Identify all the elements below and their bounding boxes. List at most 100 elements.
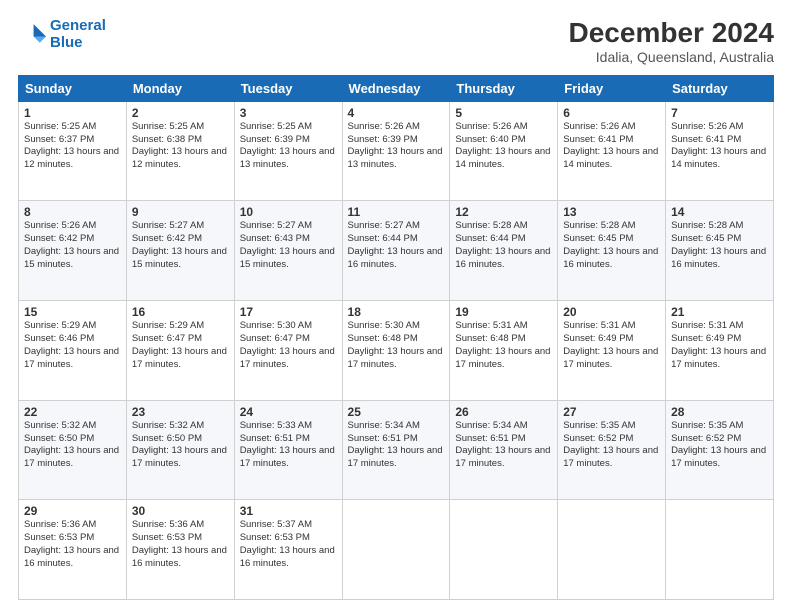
calendar-cell bbox=[342, 500, 450, 600]
day-info: Sunrise: 5:27 AMSunset: 6:42 PMDaylight:… bbox=[132, 220, 229, 271]
day-number: 4 bbox=[348, 106, 445, 120]
calendar-cell: 29 Sunrise: 5:36 AMSunset: 6:53 PMDaylig… bbox=[19, 500, 127, 600]
calendar-week-row: 8 Sunrise: 5:26 AMSunset: 6:42 PMDayligh… bbox=[19, 201, 774, 301]
logo: General Blue bbox=[18, 18, 106, 51]
day-info: Sunrise: 5:31 AMSunset: 6:49 PMDaylight:… bbox=[671, 320, 768, 371]
day-number: 23 bbox=[132, 405, 229, 419]
calendar-week-row: 1 Sunrise: 5:25 AMSunset: 6:37 PMDayligh… bbox=[19, 101, 774, 201]
day-info: Sunrise: 5:36 AMSunset: 6:53 PMDaylight:… bbox=[24, 519, 121, 570]
calendar-cell: 26 Sunrise: 5:34 AMSunset: 6:51 PMDaylig… bbox=[450, 400, 558, 500]
calendar-week-row: 29 Sunrise: 5:36 AMSunset: 6:53 PMDaylig… bbox=[19, 500, 774, 600]
calendar-cell: 27 Sunrise: 5:35 AMSunset: 6:52 PMDaylig… bbox=[558, 400, 666, 500]
day-number: 25 bbox=[348, 405, 445, 419]
day-number: 16 bbox=[132, 305, 229, 319]
calendar-cell: 5 Sunrise: 5:26 AMSunset: 6:40 PMDayligh… bbox=[450, 101, 558, 201]
day-number: 2 bbox=[132, 106, 229, 120]
calendar-cell: 1 Sunrise: 5:25 AMSunset: 6:37 PMDayligh… bbox=[19, 101, 127, 201]
day-number: 29 bbox=[24, 504, 121, 518]
day-number: 3 bbox=[240, 106, 337, 120]
calendar-cell: 24 Sunrise: 5:33 AMSunset: 6:51 PMDaylig… bbox=[234, 400, 342, 500]
calendar-week-row: 22 Sunrise: 5:32 AMSunset: 6:50 PMDaylig… bbox=[19, 400, 774, 500]
day-info: Sunrise: 5:29 AMSunset: 6:47 PMDaylight:… bbox=[132, 320, 229, 371]
day-info: Sunrise: 5:31 AMSunset: 6:48 PMDaylight:… bbox=[455, 320, 552, 371]
calendar-cell bbox=[450, 500, 558, 600]
header: General Blue December 2024 Idalia, Queen… bbox=[18, 18, 774, 65]
calendar-cell: 13 Sunrise: 5:28 AMSunset: 6:45 PMDaylig… bbox=[558, 201, 666, 301]
day-info: Sunrise: 5:36 AMSunset: 6:53 PMDaylight:… bbox=[132, 519, 229, 570]
calendar-cell: 21 Sunrise: 5:31 AMSunset: 6:49 PMDaylig… bbox=[666, 301, 774, 401]
day-number: 19 bbox=[455, 305, 552, 319]
day-number: 27 bbox=[563, 405, 660, 419]
day-number: 24 bbox=[240, 405, 337, 419]
title-block: December 2024 Idalia, Queensland, Austra… bbox=[569, 18, 774, 65]
calendar-day-header: Monday bbox=[126, 75, 234, 101]
page-title: December 2024 bbox=[569, 18, 774, 49]
calendar-day-header: Thursday bbox=[450, 75, 558, 101]
calendar-cell: 6 Sunrise: 5:26 AMSunset: 6:41 PMDayligh… bbox=[558, 101, 666, 201]
calendar-cell: 10 Sunrise: 5:27 AMSunset: 6:43 PMDaylig… bbox=[234, 201, 342, 301]
logo-icon bbox=[18, 21, 46, 49]
page-subtitle: Idalia, Queensland, Australia bbox=[569, 49, 774, 65]
calendar-cell: 31 Sunrise: 5:37 AMSunset: 6:53 PMDaylig… bbox=[234, 500, 342, 600]
calendar-table: SundayMondayTuesdayWednesdayThursdayFrid… bbox=[18, 75, 774, 600]
day-info: Sunrise: 5:29 AMSunset: 6:46 PMDaylight:… bbox=[24, 320, 121, 371]
page: General Blue December 2024 Idalia, Queen… bbox=[0, 0, 792, 612]
day-info: Sunrise: 5:25 AMSunset: 6:39 PMDaylight:… bbox=[240, 121, 337, 172]
day-info: Sunrise: 5:30 AMSunset: 6:48 PMDaylight:… bbox=[348, 320, 445, 371]
calendar-cell: 4 Sunrise: 5:26 AMSunset: 6:39 PMDayligh… bbox=[342, 101, 450, 201]
calendar-cell: 30 Sunrise: 5:36 AMSunset: 6:53 PMDaylig… bbox=[126, 500, 234, 600]
calendar-cell: 11 Sunrise: 5:27 AMSunset: 6:44 PMDaylig… bbox=[342, 201, 450, 301]
calendar-cell: 17 Sunrise: 5:30 AMSunset: 6:47 PMDaylig… bbox=[234, 301, 342, 401]
day-number: 21 bbox=[671, 305, 768, 319]
day-number: 13 bbox=[563, 205, 660, 219]
day-number: 10 bbox=[240, 205, 337, 219]
day-info: Sunrise: 5:31 AMSunset: 6:49 PMDaylight:… bbox=[563, 320, 660, 371]
day-info: Sunrise: 5:26 AMSunset: 6:41 PMDaylight:… bbox=[671, 121, 768, 172]
day-number: 20 bbox=[563, 305, 660, 319]
logo-text: General Blue bbox=[50, 18, 106, 51]
calendar-cell: 19 Sunrise: 5:31 AMSunset: 6:48 PMDaylig… bbox=[450, 301, 558, 401]
day-number: 11 bbox=[348, 205, 445, 219]
calendar-day-header: Sunday bbox=[19, 75, 127, 101]
day-number: 18 bbox=[348, 305, 445, 319]
day-info: Sunrise: 5:27 AMSunset: 6:43 PMDaylight:… bbox=[240, 220, 337, 271]
day-info: Sunrise: 5:26 AMSunset: 6:41 PMDaylight:… bbox=[563, 121, 660, 172]
day-info: Sunrise: 5:28 AMSunset: 6:44 PMDaylight:… bbox=[455, 220, 552, 271]
calendar-cell: 22 Sunrise: 5:32 AMSunset: 6:50 PMDaylig… bbox=[19, 400, 127, 500]
calendar-cell: 23 Sunrise: 5:32 AMSunset: 6:50 PMDaylig… bbox=[126, 400, 234, 500]
calendar-header-row: SundayMondayTuesdayWednesdayThursdayFrid… bbox=[19, 75, 774, 101]
calendar-cell: 7 Sunrise: 5:26 AMSunset: 6:41 PMDayligh… bbox=[666, 101, 774, 201]
day-number: 8 bbox=[24, 205, 121, 219]
day-info: Sunrise: 5:28 AMSunset: 6:45 PMDaylight:… bbox=[671, 220, 768, 271]
day-info: Sunrise: 5:30 AMSunset: 6:47 PMDaylight:… bbox=[240, 320, 337, 371]
day-info: Sunrise: 5:26 AMSunset: 6:42 PMDaylight:… bbox=[24, 220, 121, 271]
day-info: Sunrise: 5:34 AMSunset: 6:51 PMDaylight:… bbox=[455, 420, 552, 471]
calendar-cell bbox=[558, 500, 666, 600]
day-number: 26 bbox=[455, 405, 552, 419]
calendar-cell: 28 Sunrise: 5:35 AMSunset: 6:52 PMDaylig… bbox=[666, 400, 774, 500]
day-number: 6 bbox=[563, 106, 660, 120]
day-number: 14 bbox=[671, 205, 768, 219]
day-info: Sunrise: 5:25 AMSunset: 6:37 PMDaylight:… bbox=[24, 121, 121, 172]
calendar-cell: 2 Sunrise: 5:25 AMSunset: 6:38 PMDayligh… bbox=[126, 101, 234, 201]
day-info: Sunrise: 5:26 AMSunset: 6:40 PMDaylight:… bbox=[455, 121, 552, 172]
day-info: Sunrise: 5:35 AMSunset: 6:52 PMDaylight:… bbox=[671, 420, 768, 471]
day-number: 1 bbox=[24, 106, 121, 120]
calendar-cell: 25 Sunrise: 5:34 AMSunset: 6:51 PMDaylig… bbox=[342, 400, 450, 500]
calendar-cell: 18 Sunrise: 5:30 AMSunset: 6:48 PMDaylig… bbox=[342, 301, 450, 401]
day-number: 7 bbox=[671, 106, 768, 120]
day-info: Sunrise: 5:34 AMSunset: 6:51 PMDaylight:… bbox=[348, 420, 445, 471]
calendar-cell: 12 Sunrise: 5:28 AMSunset: 6:44 PMDaylig… bbox=[450, 201, 558, 301]
day-number: 22 bbox=[24, 405, 121, 419]
calendar-day-header: Tuesday bbox=[234, 75, 342, 101]
day-number: 31 bbox=[240, 504, 337, 518]
day-info: Sunrise: 5:25 AMSunset: 6:38 PMDaylight:… bbox=[132, 121, 229, 172]
calendar-cell: 8 Sunrise: 5:26 AMSunset: 6:42 PMDayligh… bbox=[19, 201, 127, 301]
day-info: Sunrise: 5:26 AMSunset: 6:39 PMDaylight:… bbox=[348, 121, 445, 172]
calendar-day-header: Friday bbox=[558, 75, 666, 101]
calendar-week-row: 15 Sunrise: 5:29 AMSunset: 6:46 PMDaylig… bbox=[19, 301, 774, 401]
day-info: Sunrise: 5:35 AMSunset: 6:52 PMDaylight:… bbox=[563, 420, 660, 471]
day-number: 12 bbox=[455, 205, 552, 219]
calendar-cell: 20 Sunrise: 5:31 AMSunset: 6:49 PMDaylig… bbox=[558, 301, 666, 401]
day-info: Sunrise: 5:37 AMSunset: 6:53 PMDaylight:… bbox=[240, 519, 337, 570]
